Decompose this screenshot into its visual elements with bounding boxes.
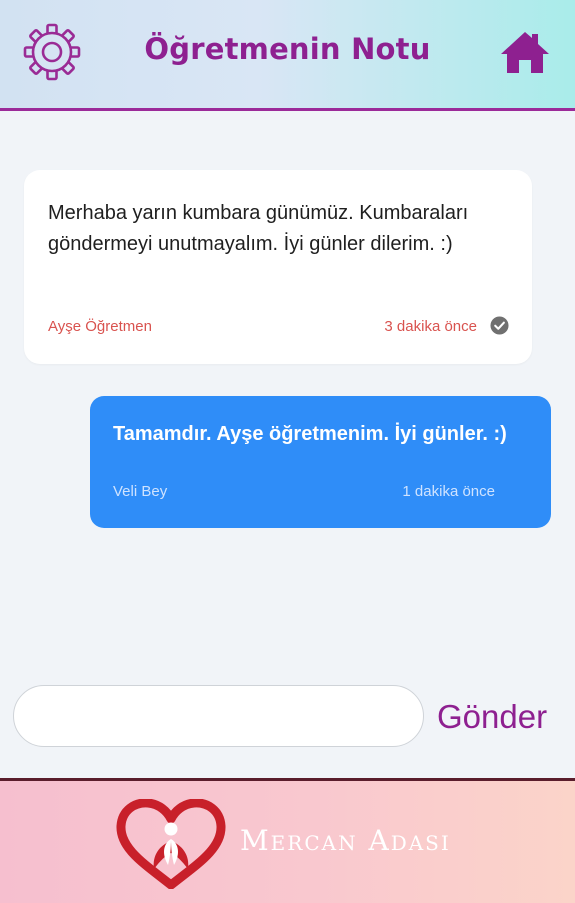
- brand-name: Mercan Adası: [240, 824, 451, 857]
- message-text: Tamamdır. Ayşe öğretmenim. İyi günler. :…: [113, 423, 507, 445]
- heart-logo-icon: [116, 799, 226, 889]
- message-time: 3 dakika önce: [384, 318, 477, 335]
- incoming-message: Merhaba yarın kumbara günümüz. Kumbarala…: [24, 170, 532, 364]
- send-button[interactable]: Gönder: [437, 698, 547, 736]
- check-circle-icon: [490, 316, 509, 335]
- footer-banner: Mercan Adası: [0, 778, 575, 903]
- home-icon[interactable]: [500, 30, 550, 74]
- message-time: 1 dakika önce: [402, 483, 495, 500]
- message-text: Merhaba yarın kumbara günümüz. Kumbarala…: [48, 202, 469, 255]
- message-input[interactable]: [13, 685, 424, 747]
- app-header: Öğretmenin Notu: [0, 0, 575, 111]
- outgoing-message: Tamamdır. Ayşe öğretmenim. İyi günler. :…: [90, 396, 551, 528]
- page-title: Öğretmenin Notu: [144, 32, 431, 66]
- message-sender: Veli Bey: [113, 483, 168, 500]
- message-sender: Ayşe Öğretmen: [48, 318, 152, 335]
